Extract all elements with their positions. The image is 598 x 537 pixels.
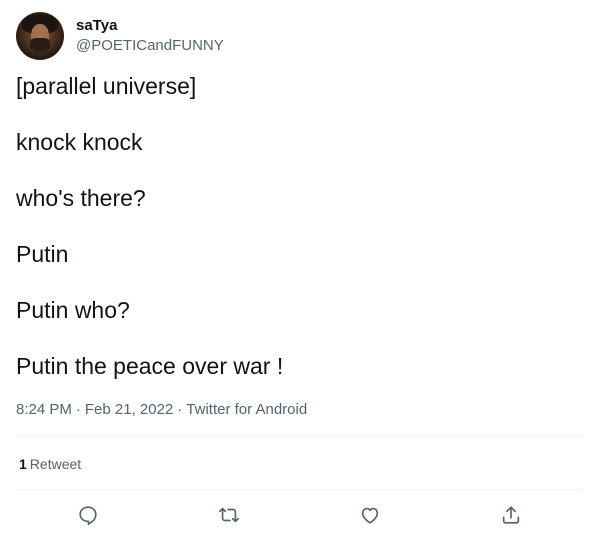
action-bar — [0, 502, 598, 528]
meta-separator: · — [75, 401, 81, 418]
reply-button[interactable] — [75, 502, 101, 528]
author-handle[interactable]: @POETICandFUNNY — [76, 36, 224, 56]
tweet-card: saTya @POETICandFUNNY [parallel universe… — [0, 0, 598, 537]
tweet-header: saTya @POETICandFUNNY — [16, 12, 224, 60]
share-button[interactable] — [498, 502, 524, 528]
meta-separator: · — [177, 401, 183, 418]
share-icon — [502, 506, 520, 524]
tweet-line: [parallel universe] — [16, 73, 197, 99]
retweet-label: Retweet — [29, 456, 82, 472]
reply-icon — [79, 506, 97, 525]
author-names: saTya @POETICandFUNNY — [76, 16, 224, 56]
avatar[interactable] — [16, 12, 64, 60]
tweet-line: knock knock — [16, 129, 143, 155]
retweet-button[interactable] — [216, 502, 242, 528]
like-icon — [361, 507, 379, 524]
tweet-time[interactable]: 8:24 PM — [16, 401, 72, 418]
author-display-name[interactable]: saTya — [76, 16, 224, 36]
tweet-line: Putin who? — [16, 297, 130, 323]
divider — [16, 489, 582, 490]
divider — [16, 436, 582, 437]
tweet-text: [parallel universe] knock knock who's th… — [16, 72, 582, 408]
tweet-date[interactable]: Feb 21, 2022 — [85, 401, 173, 418]
tweet-line: Putin the peace over war ! — [16, 353, 284, 379]
tweet-line: who's there? — [16, 185, 146, 211]
tweet-meta: 8:24 PM · Feb 21, 2022 · Twitter for Android — [16, 400, 307, 420]
tweet-stats[interactable]: 1 Retweet — [19, 455, 81, 473]
tweet-source[interactable]: Twitter for Android — [186, 401, 307, 418]
retweet-count: 1 — [19, 456, 27, 472]
tweet-line: Putin — [16, 241, 69, 267]
avatar-beard — [30, 38, 50, 52]
retweet-icon — [219, 507, 239, 523]
like-button[interactable] — [357, 502, 383, 528]
